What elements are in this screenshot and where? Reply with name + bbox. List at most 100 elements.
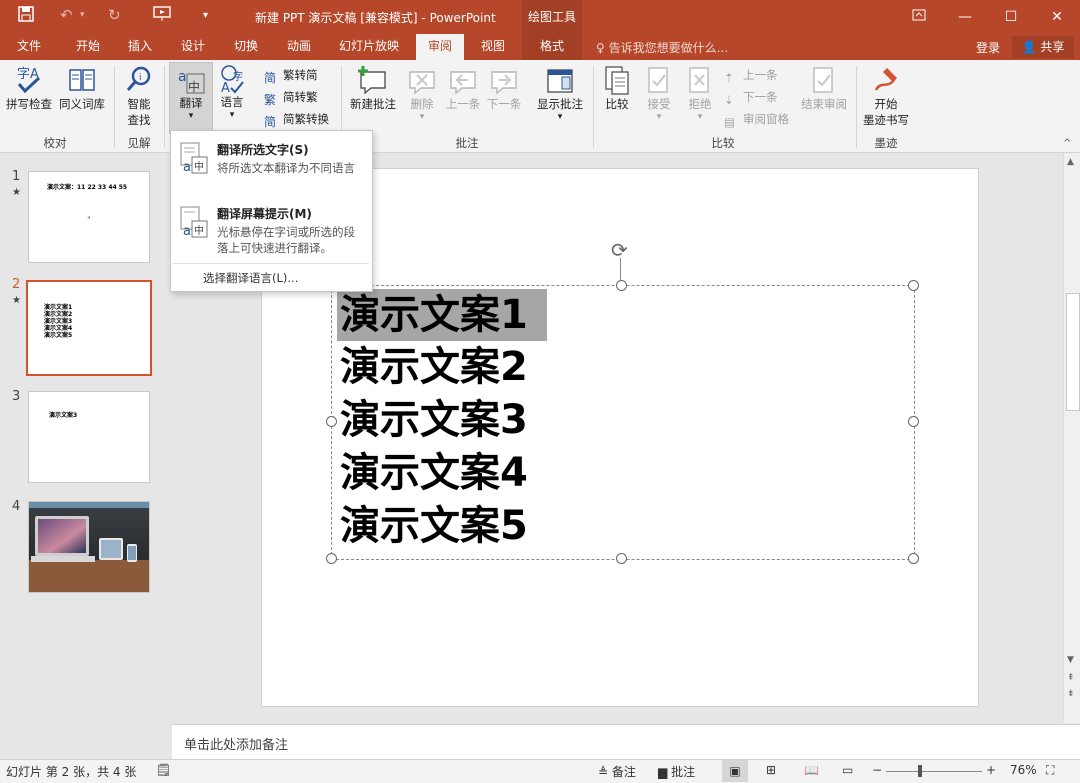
collapse-ribbon-icon[interactable]: ^ [1063,138,1071,149]
language-dropdown-icon: ▾ [229,110,235,120]
show-comments-icon [547,69,573,93]
tab-review[interactable]: 审阅 [416,34,464,60]
reading-view-icon[interactable]: 📖 [804,763,819,777]
choose-translation-language-item[interactable]: 选择翻译语言(L)... [203,270,298,286]
tab-transitions[interactable]: 切换 [223,34,269,60]
resize-handle[interactable] [326,553,337,564]
scroll-thumb[interactable] [1066,293,1080,411]
tab-design[interactable]: 设计 [170,34,216,60]
previous-slide-icon[interactable]: ⇞ [1067,673,1075,683]
new-comment-button[interactable]: 新建批注 [345,64,401,112]
customize-qat-icon[interactable]: ▾ [203,10,208,21]
tab-home[interactable]: 开始 [64,34,112,60]
translate-dropdown-menu: a 中 翻译所选文字(S) 将所选文本翻译为不同语言 a 中 翻译屏幕提示(M)… [170,130,373,292]
maximize-icon[interactable]: ☐ [988,0,1034,34]
reviewing-pane-icon: ▤ [724,114,735,129]
tab-slideshow[interactable]: 幻灯片放映 [333,34,405,60]
smart-lookup-button[interactable]: i 智能 查找 [118,64,160,128]
spell-check-button[interactable]: 字A 拼写检查 [4,64,54,112]
undo-icon[interactable]: ↶ [60,6,73,24]
tab-insert[interactable]: 插入 [117,34,163,60]
next-comment-button[interactable]: 下一条 [484,64,524,112]
slide-thumbnail-1[interactable]: 演示文案：11 22 33 44 55 ◂ [28,171,150,263]
show-comments-button[interactable]: 显示批注 ▾ [532,64,588,122]
slide-text-line-4[interactable]: 演示文案4 [340,447,528,499]
svg-text:中: 中 [194,160,204,173]
scroll-up-icon[interactable]: ▲ [1067,157,1074,167]
comments-toggle[interactable]: ▆ 批注 [658,763,695,780]
notes-icon: ≜ [598,765,609,779]
previous-comment-button[interactable]: 上一条 [443,64,483,112]
start-presentation-icon[interactable] [153,6,171,26]
fit-slide-icon[interactable]: ⛶ [1046,763,1054,778]
close-icon[interactable]: ✕ [1034,0,1080,34]
zoom-slider-thumb[interactable] [918,765,922,777]
resize-handle[interactable] [908,416,919,427]
svg-text:中: 中 [194,224,204,237]
translate-icon: a 中 [178,69,205,94]
save-icon[interactable] [18,6,34,26]
slide-thumbnail-3[interactable]: 演示文案3 [28,391,150,483]
redo-icon[interactable]: ↻ [108,6,121,24]
notes-pane[interactable]: 单击此处添加备注 [172,724,1080,759]
tab-view[interactable]: 视图 [470,34,516,60]
tab-format[interactable]: 格式 [522,34,582,60]
zoom-level[interactable]: 76% [1010,763,1037,777]
tab-file[interactable]: 文件 [5,34,53,60]
vertical-scrollbar[interactable]: ▲ ▼ ⇞ ⇟ [1063,153,1080,723]
compare-button[interactable]: 比较 [597,64,637,112]
slide-text-line-1[interactable]: 演示文案1 [340,289,528,341]
delete-comment-button[interactable]: 删除 ▾ [402,64,442,122]
previous-change-button[interactable]: ⇡ 上一条 [724,65,778,85]
slide-text-line-5[interactable]: 演示文案5 [340,500,528,552]
scroll-down-icon[interactable]: ▼ [1067,655,1074,665]
end-review-button[interactable]: 结束审阅 [798,64,850,112]
simplified-to-traditional-button[interactable]: 繁简转繁 [264,87,318,107]
group-label-comments: 批注 [455,136,479,150]
translate-screentip-item[interactable]: a 中 翻译屏幕提示(M) 光标悬停在字词或所选的段落上可快速进行翻译。 [171,199,372,259]
chinese-conversion-button[interactable]: 简简繁转换 [264,109,329,129]
zoom-slider[interactable] [886,771,982,772]
resize-handle[interactable] [908,280,919,291]
resize-handle[interactable] [616,553,627,564]
tell-me-search[interactable]: ♀ 告诉我您想要做什么... [596,39,728,56]
resize-handle[interactable] [326,416,337,427]
language-button[interactable]: A 字 语言 ▾ [213,64,251,120]
slide-text-line-3[interactable]: 演示文案3 [340,394,528,446]
person-icon: 👤 [1021,40,1037,54]
reviewing-pane-button[interactable]: ▤ 审阅窗格 [724,109,789,129]
zoom-out-icon[interactable]: − [872,763,882,777]
ribbon-display-options-icon[interactable] [896,0,942,34]
traditional-to-simplified-button[interactable]: 简繁转简 [264,65,318,85]
slide-text-line-2[interactable]: 演示文案2 [340,341,528,393]
resize-handle[interactable] [616,280,627,291]
next-slide-icon[interactable]: ⇟ [1067,689,1075,699]
thesaurus-button[interactable]: 同义词库 [56,64,108,112]
undo-dropdown-icon[interactable]: ▾ [80,10,85,20]
slide-thumbnail-2[interactable]: 演示文案1 演示文案2 演示文案3 演示文案4 演示文案5 [26,280,152,376]
compare-icon [605,66,629,95]
resize-handle[interactable] [908,553,919,564]
slide-thumbnail-4[interactable] [28,501,150,593]
normal-view-icon[interactable]: ▣ [722,760,748,782]
tab-animations[interactable]: 动画 [276,34,322,60]
rotate-handle-icon[interactable]: ⟳ [611,238,628,262]
accept-button[interactable]: 接受 ▾ [640,64,678,122]
translate-selected-text-item[interactable]: a 中 翻译所选文字(S) 将所选文本翻译为不同语言 [171,135,372,195]
next-change-button[interactable]: ⇣ 下一条 [724,87,778,107]
start-inking-button[interactable]: 开始 墨迹书写 [858,64,914,128]
notes-toggle[interactable]: ≜ 备注 [598,763,636,780]
login-link[interactable]: 登录 [976,39,1000,56]
share-button[interactable]: 👤 共享 [1012,36,1074,58]
group-label-ink: 墨迹 [874,136,898,150]
slideshow-view-icon[interactable]: ▭ [842,763,853,777]
zoom-in-icon[interactable]: + [986,763,996,777]
slide-sorter-view-icon[interactable]: ⊞ [766,763,776,777]
group-label-proofing: 校对 [43,136,67,150]
reject-button[interactable]: 拒绝 ▾ [681,64,719,122]
translate-button[interactable]: a 中 翻译 ▾ [169,62,213,134]
minimize-icon[interactable]: — [942,0,988,34]
spell-check-icon: 字A [17,67,41,94]
spelling-status-icon[interactable]: 🗒 [156,763,171,777]
reject-dropdown-icon: ▾ [697,112,703,122]
